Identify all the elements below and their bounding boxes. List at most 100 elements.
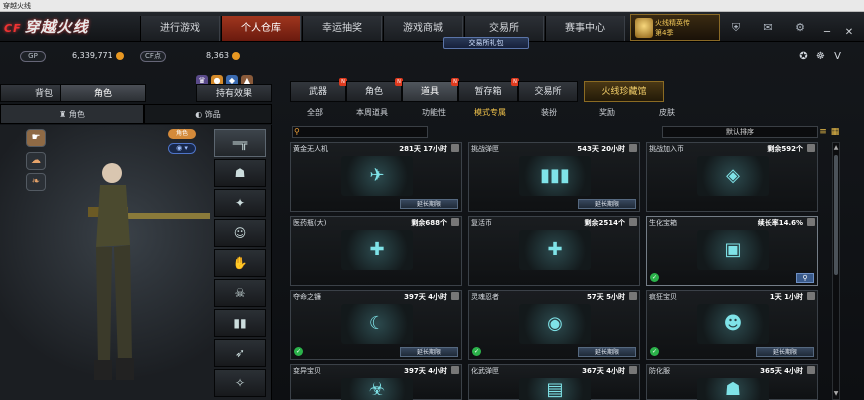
item-card[interactable]: 挑战弹匣 543天 20小时 ▮▮▮ 延长期限: [468, 142, 640, 212]
equip-slot-helmet[interactable]: ☗: [214, 159, 266, 187]
subtab-effects[interactable]: 持有效果: [196, 84, 272, 102]
item-card[interactable]: 夺命之镰 397天 4小时 ☾ ✓ 延长期限: [290, 290, 462, 360]
item-card[interactable]: 疯狂宝贝 1天 1小时 ☻ ✓ 延长期限: [646, 290, 818, 360]
badge-icon[interactable]: ☸: [813, 49, 828, 64]
equip-slot-pet[interactable]: ☺: [214, 219, 266, 247]
item-card[interactable]: 化武弹匣 367天 4小时 ▤: [468, 364, 640, 400]
trash-icon[interactable]: [807, 218, 815, 226]
sort-dropdown[interactable]: 默认排序: [662, 126, 818, 138]
item-card[interactable]: 医药瓶(大) 剩余688个 ✚: [290, 216, 462, 286]
equip-slot-ammo[interactable]: ▮▮: [214, 309, 266, 337]
filter-skin[interactable]: 皮肤: [652, 105, 682, 120]
tab-exchange[interactable]: 交易所: [518, 81, 578, 102]
category-accessory-label: 饰品: [204, 110, 221, 119]
filter-mode[interactable]: 模式专属: [468, 105, 512, 120]
item-card[interactable]: 生化宝箱 续长率14.6% ▣ ✓ ⚲: [646, 216, 818, 286]
filter-reward[interactable]: 奖励: [592, 105, 622, 120]
gear-icon[interactable]: ⚙: [792, 20, 808, 36]
equip-slot-rifle[interactable]: ═╦: [214, 129, 266, 157]
trash-icon[interactable]: [629, 144, 637, 152]
right-utility-icons: ✪ ☸ V: [794, 44, 854, 62]
extend-button[interactable]: 延长期限: [578, 199, 636, 209]
trash-icon[interactable]: [451, 366, 459, 374]
trash-icon[interactable]: [807, 144, 815, 152]
extend-button[interactable]: 延长期限: [578, 347, 636, 357]
item-card[interactable]: 灵魂忍者 57天 5小时 ◉ ✓ 延长期限: [468, 290, 640, 360]
nav-tab-events[interactable]: 赛事中心: [545, 16, 625, 41]
extend-button[interactable]: 延长期限: [400, 199, 458, 209]
gp-value: 6,339,771: [72, 51, 113, 60]
trash-icon[interactable]: [629, 218, 637, 226]
helmet-icon: ☗: [234, 166, 246, 180]
item-time: 281天 17小时: [399, 145, 447, 153]
tab-storage[interactable]: 暂存箱 N: [458, 78, 519, 102]
equip-slot-misc[interactable]: ✧: [214, 369, 266, 397]
equip-slot-wings[interactable]: ✦: [214, 189, 266, 217]
mail-icon[interactable]: ✉: [760, 20, 776, 36]
trash-icon[interactable]: [807, 292, 815, 300]
shield-icon[interactable]: ⛨: [728, 20, 744, 36]
exchange-gift-banner[interactable]: 交易所礼包: [443, 37, 529, 49]
item-card[interactable]: 挑战加入币 剩余592个 ◈: [646, 142, 818, 212]
nav-tab-inventory[interactable]: 个人仓库: [221, 16, 301, 41]
nav-tab-lottery[interactable]: 幸运抽奖: [302, 16, 382, 41]
tab-weapons[interactable]: 武器 N: [290, 78, 347, 102]
item-name: 化武弹匣: [471, 367, 499, 375]
window-titlebar: 穿越火线: [0, 0, 864, 12]
item-card[interactable]: 复活币 剩余2514个 ✚: [468, 216, 640, 286]
item-name: 疯狂宝贝: [649, 293, 677, 301]
grid-view-icon[interactable]: ▦: [830, 126, 840, 138]
wing-icon[interactable]: ❧: [26, 173, 46, 191]
item-time: 365天 4小时: [760, 367, 803, 375]
item-image: ◉: [519, 304, 591, 344]
trash-icon[interactable]: [451, 292, 459, 300]
trash-icon[interactable]: [629, 366, 637, 374]
item-time: 397天 4小时: [404, 293, 447, 301]
extend-button[interactable]: 延长期限: [756, 347, 814, 357]
grid-scrollbar[interactable]: [832, 142, 840, 400]
item-image: ▤: [519, 378, 591, 400]
close-icon[interactable]: ✕: [842, 26, 856, 40]
mask-slot-icon: ☠: [234, 286, 246, 300]
v-logo-icon[interactable]: V: [830, 49, 845, 64]
compass-icon[interactable]: ✪: [796, 49, 811, 64]
trash-icon[interactable]: [807, 366, 815, 374]
list-view-icon[interactable]: ≡: [818, 126, 828, 138]
promo-banner[interactable]: 火线精英传 第4季: [630, 14, 720, 41]
game-client-window: 穿越火线 CF 穿越火线 进行游戏 个人仓库 幸运抽奖 游戏商城 交易所 赛事中心…: [0, 0, 864, 400]
minimize-icon[interactable]: ─: [820, 26, 834, 40]
hand-icon[interactable]: ☛: [26, 129, 46, 147]
item-card[interactable]: 黄金无人机 281天 17小时 ✈ 延长期限: [290, 142, 462, 212]
equip-slot-mask[interactable]: ☠: [214, 279, 266, 307]
filter-costume[interactable]: 装扮: [534, 105, 564, 120]
item-card[interactable]: 变异宝贝 397天 4小时 ☣: [290, 364, 462, 400]
mask-icon[interactable]: ☁: [26, 152, 46, 170]
equip-slot-glove[interactable]: ✋: [214, 249, 266, 277]
filter-all[interactable]: 全部: [300, 105, 330, 120]
scrollbar-thumb[interactable]: [834, 155, 838, 275]
tab-vip-collection[interactable]: 火线珍藏馆: [584, 81, 664, 102]
subtab-character[interactable]: 角色: [60, 84, 146, 102]
tab-items[interactable]: 道具 N: [402, 78, 459, 102]
search-input[interactable]: ⚲: [292, 126, 428, 138]
trash-icon[interactable]: [451, 144, 459, 152]
glove-icon: ✋: [232, 256, 248, 270]
category-character[interactable]: ♜ 角色: [0, 104, 144, 124]
magnify-icon[interactable]: ⚲: [796, 273, 814, 283]
trash-icon[interactable]: [629, 292, 637, 300]
scroll-up-icon[interactable]: ▲: [832, 144, 840, 152]
trash-icon[interactable]: [451, 218, 459, 226]
tab-characters[interactable]: 角色 N: [346, 78, 403, 102]
pet-icon: ☺: [233, 226, 247, 240]
item-name: 防化服: [649, 367, 670, 375]
extend-button[interactable]: 延长期限: [400, 347, 458, 357]
item-card[interactable]: 防化服 365天 4小时 ☗: [646, 364, 818, 400]
filter-weekly[interactable]: 本周道具: [350, 105, 394, 120]
category-accessory[interactable]: ◐ 饰品: [144, 104, 272, 124]
scroll-down-icon[interactable]: ▼: [832, 390, 840, 398]
role-badge[interactable]: 角色: [168, 129, 196, 139]
equip-slot-bullets[interactable]: ➶: [214, 339, 266, 367]
filter-functional[interactable]: 功能性: [414, 105, 454, 120]
nav-tab-play[interactable]: 进行游戏: [140, 16, 220, 41]
view-toggle[interactable]: ◉ ▾: [168, 143, 196, 154]
